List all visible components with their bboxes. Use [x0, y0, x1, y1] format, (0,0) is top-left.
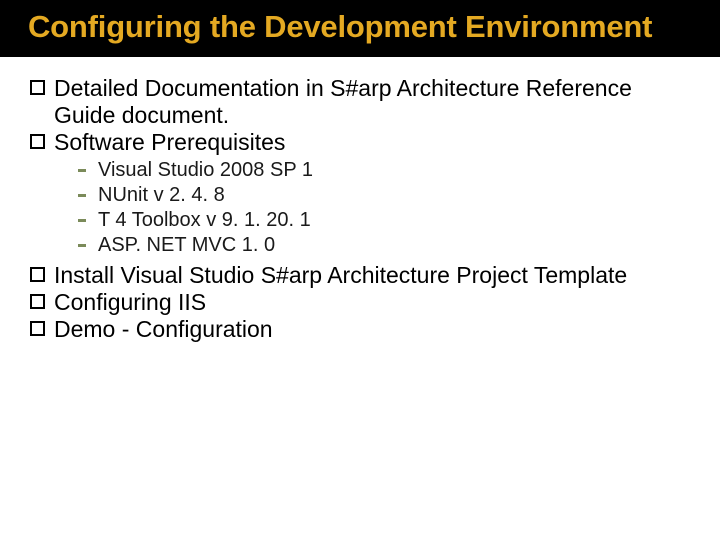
dash-bullet-icon — [78, 219, 86, 222]
slide: Configuring the Development Environment … — [0, 0, 720, 540]
sub-bullet-aspnetmvc: ASP. NET MVC 1. 0 — [78, 233, 690, 258]
bullet-configure-iis: Configuring IIS — [30, 289, 690, 316]
square-bullet-icon — [30, 321, 45, 336]
bullet-text: Detailed Documentation in S#arp Architec… — [54, 75, 632, 128]
dash-bullet-icon — [78, 244, 86, 247]
bullet-documentation: Detailed Documentation in S#arp Architec… — [30, 75, 690, 129]
square-bullet-icon — [30, 80, 45, 95]
dash-bullet-icon — [78, 194, 86, 197]
sub-bullet-text: NUnit v 2. 4. 8 — [98, 184, 225, 206]
bullet-prerequisites: Software Prerequisites — [30, 129, 690, 156]
bullet-text: Install Visual Studio S#arp Architecture… — [54, 262, 627, 288]
bullet-text: Configuring IIS — [54, 289, 206, 315]
slide-body: Detailed Documentation in S#arp Architec… — [0, 57, 720, 344]
sub-bullet-text: T 4 Toolbox v 9. 1. 20. 1 — [98, 209, 311, 231]
sub-bullet-t4toolbox: T 4 Toolbox v 9. 1. 20. 1 — [78, 208, 690, 233]
bullet-install-template: Install Visual Studio S#arp Architecture… — [30, 262, 690, 289]
sub-bullet-text: Visual Studio 2008 SP 1 — [98, 159, 313, 181]
sub-bullet-text: ASP. NET MVC 1. 0 — [98, 234, 275, 256]
square-bullet-icon — [30, 294, 45, 309]
sub-bullet-nunit: NUnit v 2. 4. 8 — [78, 183, 690, 208]
square-bullet-icon — [30, 267, 45, 282]
sub-bullet-vs2008: Visual Studio 2008 SP 1 — [78, 158, 690, 183]
slide-title: Configuring the Development Environment — [0, 0, 720, 57]
square-bullet-icon — [30, 134, 45, 149]
bullet-text: Software Prerequisites — [54, 129, 285, 155]
dash-bullet-icon — [78, 169, 86, 172]
bullet-demo-config: Demo - Configuration — [30, 316, 690, 343]
bullet-text: Demo - Configuration — [54, 316, 273, 342]
sub-bullet-group: Visual Studio 2008 SP 1 NUnit v 2. 4. 8 … — [30, 156, 690, 262]
